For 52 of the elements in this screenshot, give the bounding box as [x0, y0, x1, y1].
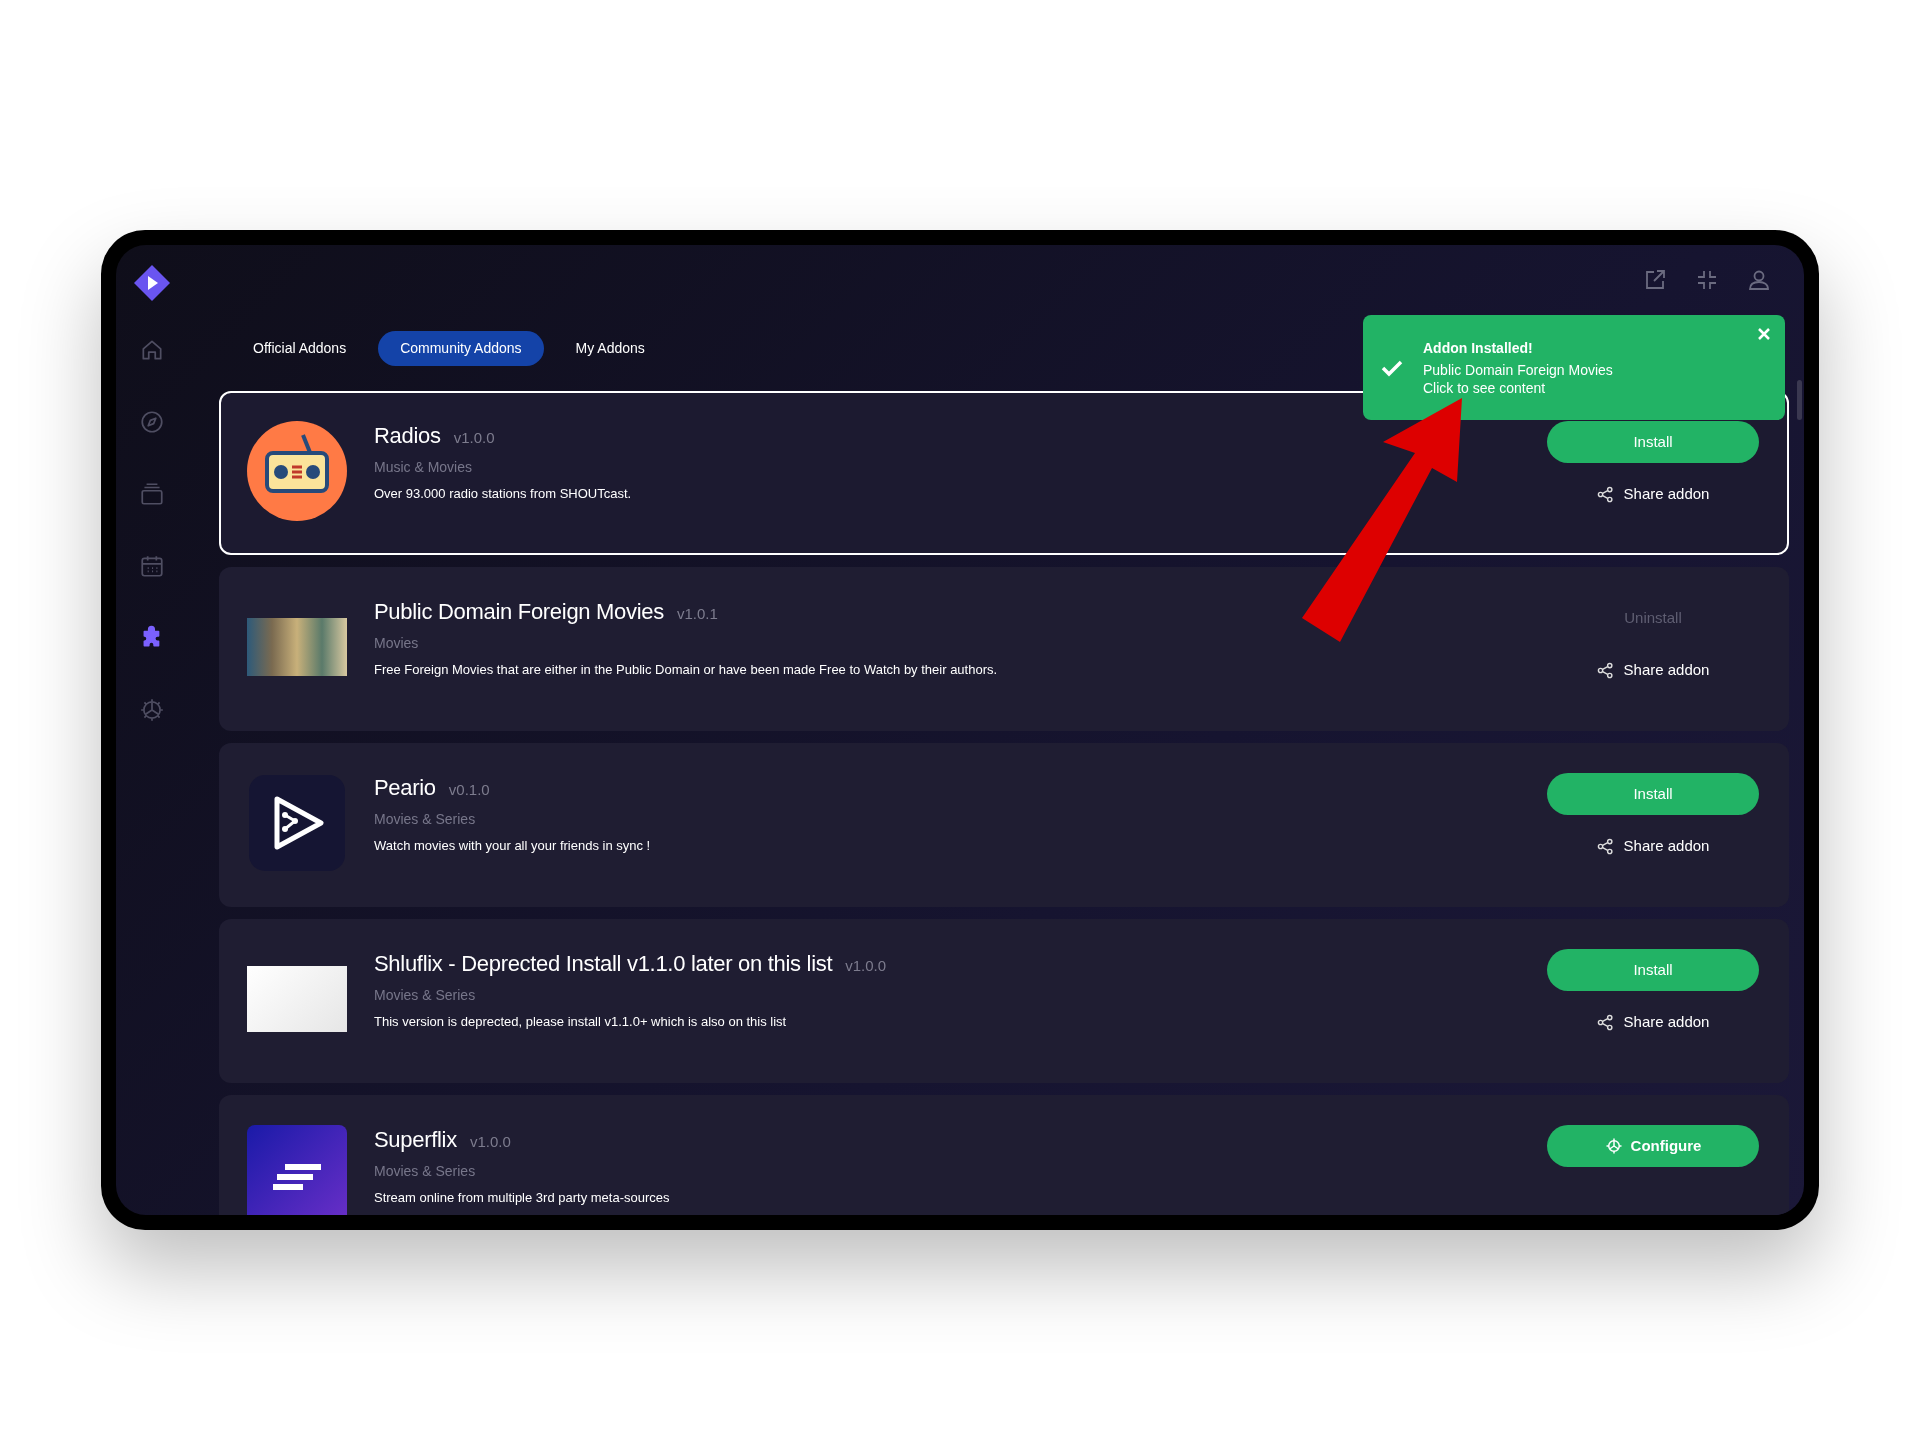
addon-description: Over 93.000 radio stations from SHOUTcast.	[374, 485, 633, 503]
toast-title: Addon Installed!	[1423, 338, 1534, 357]
addon-name: Superflix	[374, 1126, 457, 1154]
addon-card[interactable]: Public Domain Foreign Movies v1.0.1 Movies Free Foreign Movies that are either in the Public Domain or have been made Free to Watch by their authors. Uninstall Share addon	[219, 567, 1789, 731]
addon-description: Free Foreign Movies that are either in the Public Domain or have been made Free to Watch by their authors.	[374, 661, 999, 679]
addon-version: v1.0.0	[453, 428, 495, 448]
stack-icon[interactable]	[139, 481, 165, 507]
addon-card[interactable]: Peario v0.1.0 Movies & Series Watch movies with your all your friends in sync ! Install Share addon	[219, 743, 1789, 907]
share-button[interactable]: Share addon	[1596, 1011, 1710, 1034]
addon-name: Shluflix - Deprected Install v1.1.0 later on this list	[374, 950, 833, 978]
addon-name: Public Domain Foreign Movies	[374, 598, 664, 626]
addon-description: Watch movies with your all your friends in sync !	[374, 837, 652, 855]
settings-icon[interactable]	[139, 697, 165, 723]
addon-version: v1.0.0	[845, 956, 887, 976]
addon-name: Peario	[374, 774, 436, 802]
addon-version: v1.0.1	[676, 604, 718, 624]
play-logo-icon[interactable]	[134, 265, 170, 301]
radio-logo-icon	[247, 421, 347, 521]
addon-version: v0.1.0	[448, 780, 490, 800]
share-icon	[1596, 661, 1614, 679]
calendar-icon[interactable]	[139, 553, 165, 579]
addon-category: Music & Movies	[374, 458, 474, 477]
addon-category: Movies & Series	[374, 810, 477, 829]
addon-card[interactable]: Shluflix - Deprected Install v1.1.0 later on this list v1.0.0 Movies & Series This version is deprected, please install v1.1.0+ which is also on this list Install Share addon	[219, 919, 1789, 1083]
toast-message: Public Domain Foreign Movies	[1423, 360, 1614, 379]
user-icon[interactable]	[1747, 268, 1771, 292]
addon-category: Movies & Series	[374, 1162, 477, 1181]
tab[interactable]: Community Addons	[378, 330, 544, 366]
compass-icon[interactable]	[139, 409, 165, 435]
addon-category: Movies & Series	[374, 986, 477, 1005]
compress-icon[interactable]	[1695, 268, 1719, 292]
share-button[interactable]: Share addon	[1596, 483, 1710, 506]
scrollbar[interactable]	[1797, 380, 1802, 420]
share-icon	[1596, 837, 1614, 855]
checkmark-icon	[1381, 358, 1403, 377]
lines-logo-icon	[247, 1125, 347, 1215]
external-link-icon[interactable]	[1643, 268, 1667, 292]
addon-card[interactable]: Superflix v1.0.0 Movies & Series Stream online from multiple 3rd party meta-sources Configure	[219, 1095, 1789, 1215]
share-button[interactable]: Share addon	[1596, 659, 1710, 682]
addon-version: v1.0.0	[469, 1132, 511, 1152]
share-icon	[1596, 485, 1614, 503]
tab[interactable]: Official Addons	[231, 330, 369, 366]
addon-description: Stream online from multiple 3rd party meta-sources	[374, 1189, 671, 1207]
addon-name: Radios	[374, 422, 441, 450]
tab[interactable]: My Addons	[553, 330, 667, 366]
addon-description: This version is deprected, please install v1.1.0+ which is also on this list	[374, 1013, 788, 1031]
play-logo-icon	[249, 775, 345, 871]
addon-category: Movies	[374, 634, 420, 653]
gear-icon	[1604, 1137, 1623, 1155]
close-icon[interactable]	[1757, 327, 1771, 341]
share-icon	[1596, 1013, 1614, 1031]
share-button[interactable]: Share addon	[1596, 835, 1710, 858]
